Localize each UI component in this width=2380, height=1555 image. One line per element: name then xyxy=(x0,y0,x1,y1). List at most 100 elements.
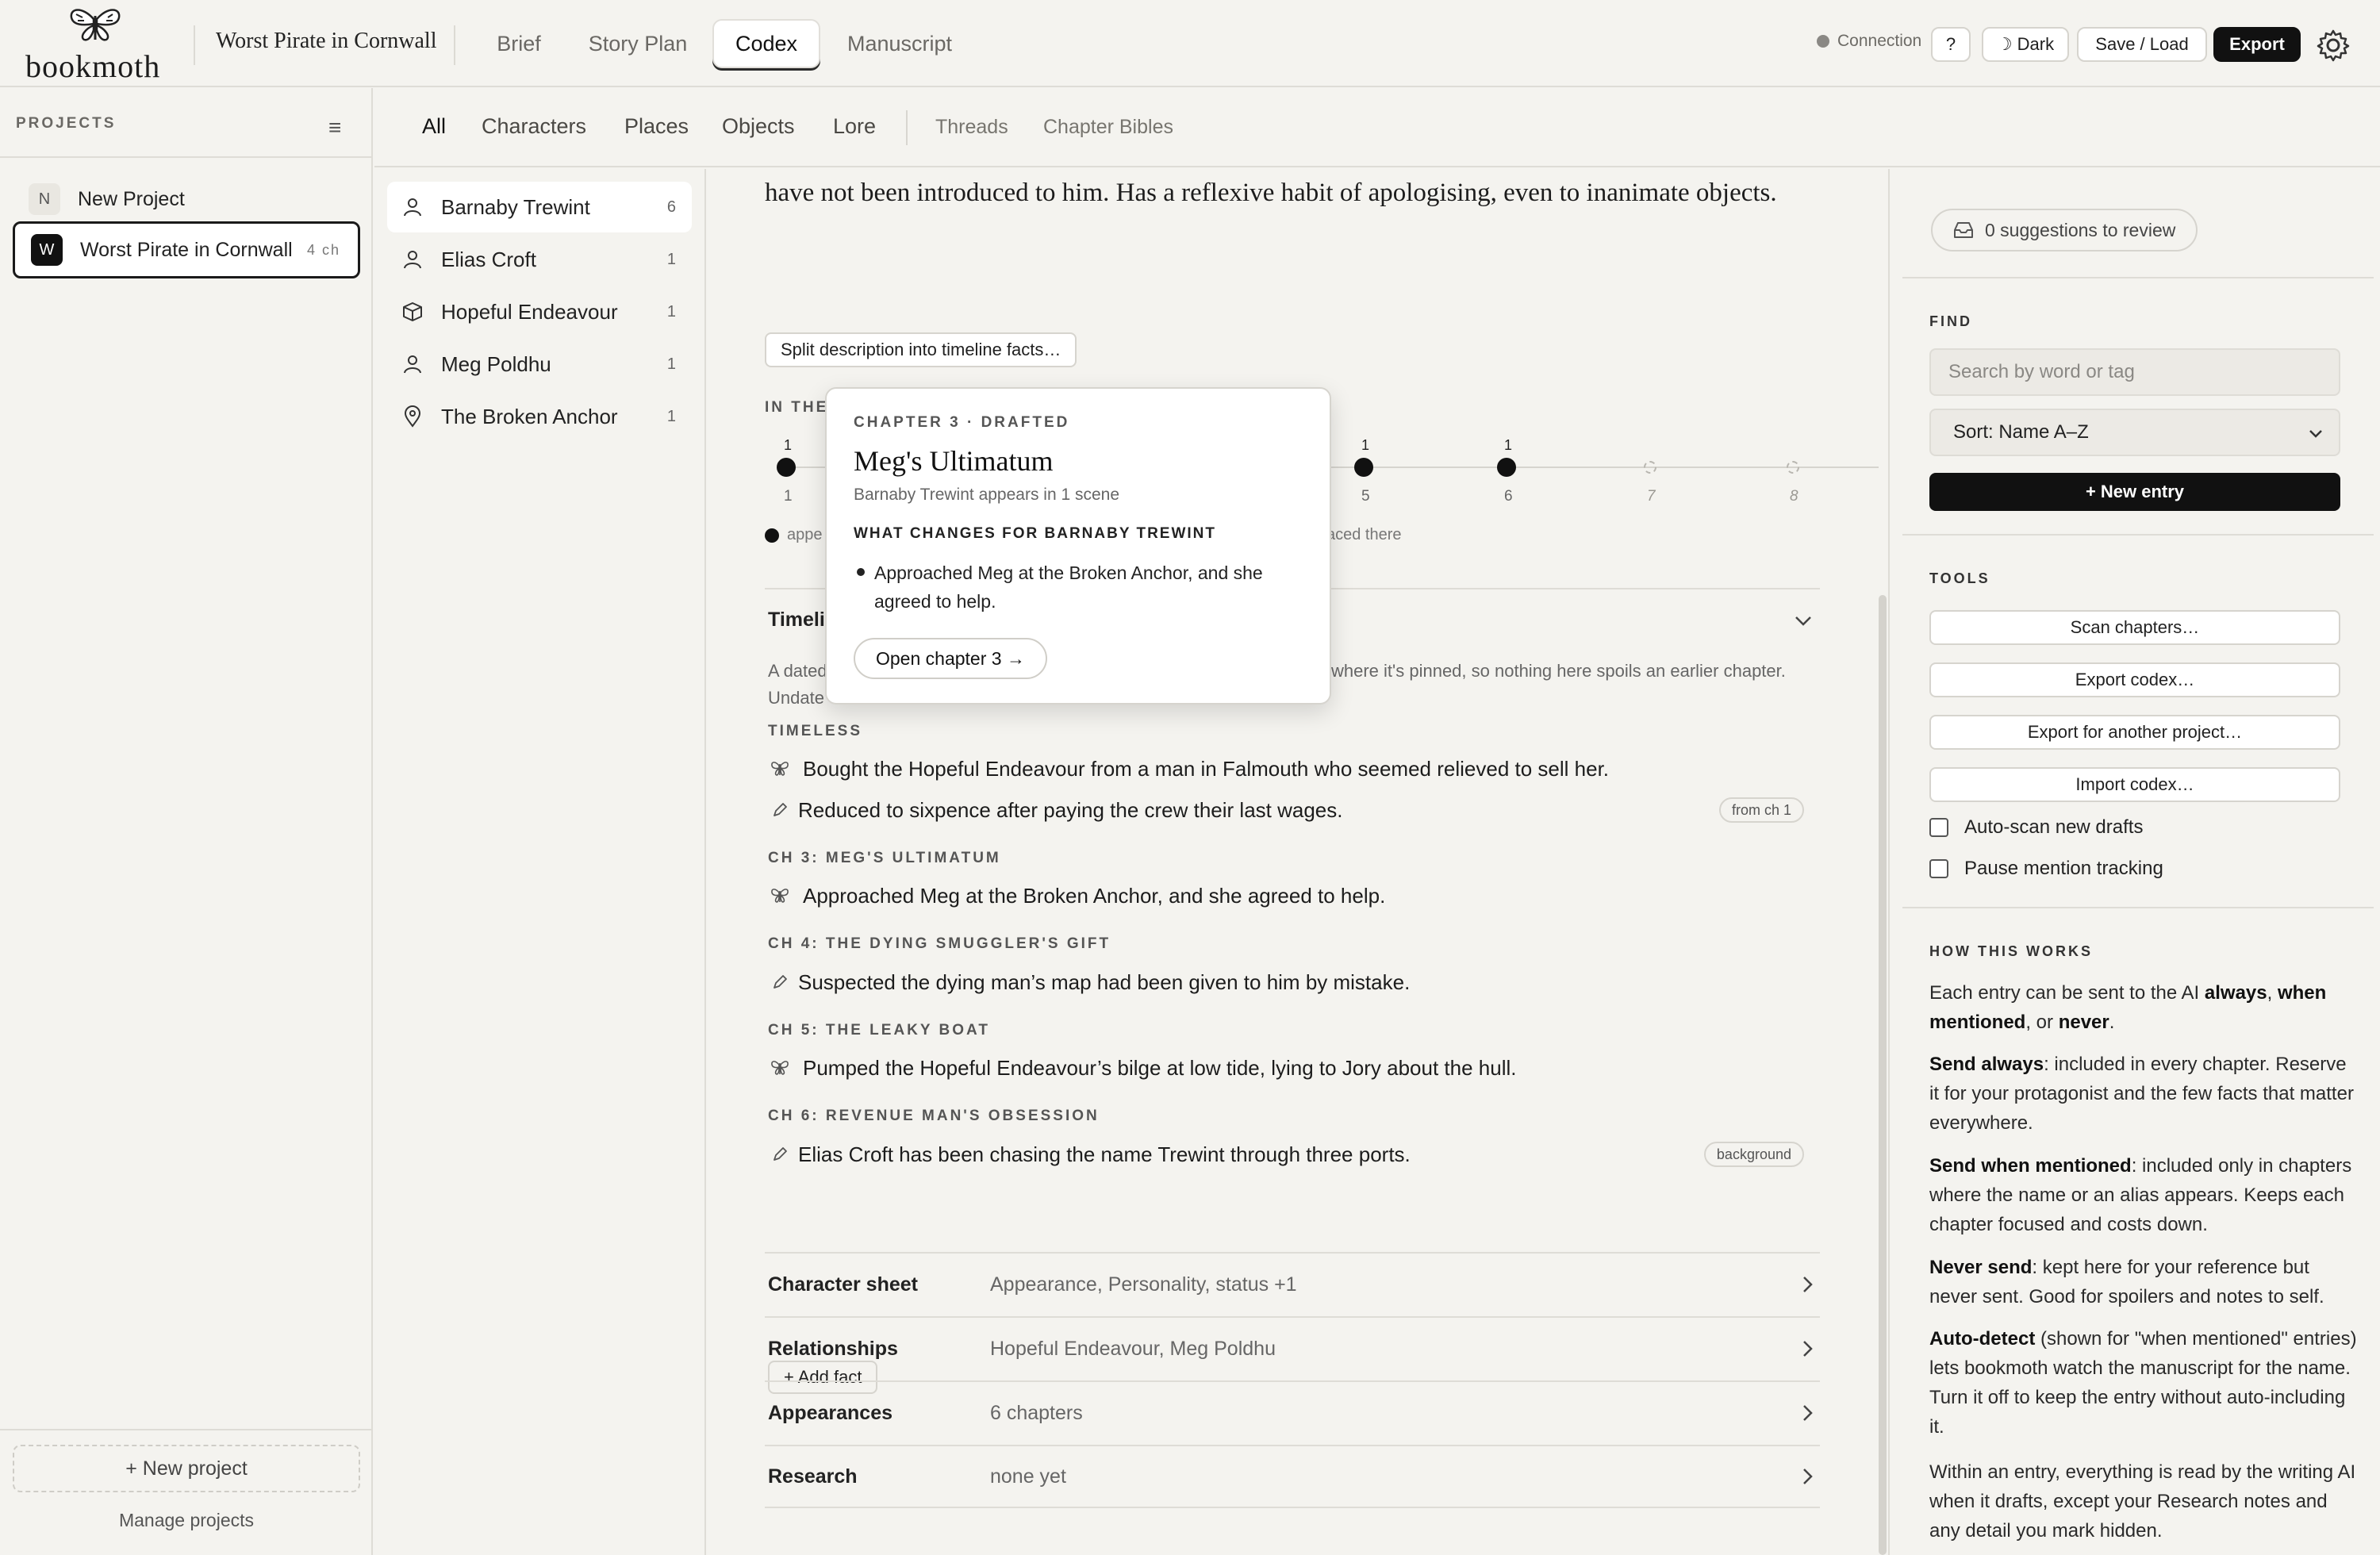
import-codex-button[interactable]: Import codex… xyxy=(1929,767,2340,802)
checkbox-label: Pause mention tracking xyxy=(1964,858,2163,879)
filter-lore[interactable]: Lore xyxy=(833,114,876,139)
projects-heading: PROJECTS xyxy=(16,115,117,132)
entry-hopeful-endeavour[interactable]: Hopeful Endeavour 1 xyxy=(387,286,692,337)
fact-text: Reduced to sixpence after paying the cre… xyxy=(798,797,1343,822)
entry-label: Meg Poldhu xyxy=(441,351,551,376)
project-badge: W xyxy=(31,234,63,266)
section-summary: none yet xyxy=(990,1465,1066,1488)
suggestions-label: 0 suggestions to review xyxy=(1985,219,2176,240)
filter-all[interactable]: All xyxy=(422,114,446,139)
chapter-1-dot[interactable] xyxy=(777,458,796,477)
suggestions-button[interactable]: 0 suggestions to review xyxy=(1931,209,2198,251)
project-title: Worst Pirate in Cornwall xyxy=(216,29,437,53)
tab-manuscript[interactable]: Manuscript xyxy=(836,19,963,68)
chapter-count: 4 ch xyxy=(306,241,340,258)
fact-item[interactable]: Reduced to sixpence after paying the cre… xyxy=(770,794,1817,826)
tab-codex[interactable]: Codex xyxy=(712,19,820,68)
fact-text: Suspected the dying man’s map had been g… xyxy=(798,969,1411,994)
chapter-8-dot[interactable] xyxy=(1787,461,1799,474)
timeline-intro-undated: Undate xyxy=(768,688,824,708)
entry-the-broken-anchor[interactable]: The Broken Anchor 1 xyxy=(387,391,692,442)
export-button[interactable]: Export xyxy=(2213,27,2301,62)
chapter-6-dot[interactable] xyxy=(1497,458,1516,477)
checkbox[interactable] xyxy=(1929,859,1948,878)
help-button[interactable]: ? xyxy=(1931,27,1971,62)
tab-brief[interactable]: Brief xyxy=(484,19,554,68)
fact-item[interactable]: Elias Croft has been chasing the name Tr… xyxy=(770,1138,1817,1170)
how-paragraph-never-send: Never send: kept here for your reference… xyxy=(1929,1257,2324,1307)
chapter-6-label: 6 xyxy=(1504,488,1513,505)
tools-heading: TOOLS xyxy=(1929,570,1990,586)
timeline-section-title[interactable]: Timeli xyxy=(768,609,825,632)
chapter-5-dot[interactable] xyxy=(1354,458,1373,477)
filter-characters[interactable]: Characters xyxy=(482,114,586,139)
app-logo-text[interactable]: bookmoth xyxy=(25,48,160,85)
manage-projects-link[interactable]: Manage projects xyxy=(0,1510,373,1531)
project-item-worst-pirate[interactable]: W Worst Pirate in Cornwall 4 ch xyxy=(13,221,360,278)
entry-elias-croft[interactable]: Elias Croft 1 xyxy=(387,234,692,285)
connection-status[interactable]: Connection xyxy=(1817,32,1921,51)
divider xyxy=(0,1429,371,1430)
moth-icon xyxy=(771,1061,789,1075)
fact-item[interactable]: Bought the Hopeful Endeavour from a man … xyxy=(770,753,1817,785)
chapter-7-dot[interactable] xyxy=(1644,461,1656,474)
fact-item[interactable]: Suspected the dying man’s map had been g… xyxy=(770,966,1817,998)
search-input[interactable]: Search by word or tag xyxy=(1929,348,2340,396)
entry-count: 1 xyxy=(666,302,676,321)
entry-meg-poldhu[interactable]: Meg Poldhu 1 xyxy=(387,339,692,390)
new-project-button[interactable]: + New project xyxy=(13,1445,360,1492)
inbox-icon xyxy=(1954,222,1973,238)
section-character-sheet[interactable]: Character sheet Appearance, Personality,… xyxy=(765,1252,1820,1315)
filter-threads[interactable]: Threads xyxy=(935,116,1008,139)
popover-subtitle: Barnaby Trewint appears in 1 scene xyxy=(854,486,1120,504)
popover-title: Meg's Ultimatum xyxy=(854,445,1054,477)
dark-mode-button[interactable]: ☽ Dark xyxy=(1982,27,2069,62)
auto-scan-checkbox[interactable]: Auto-scan new drafts xyxy=(1929,816,2143,839)
section-relationships[interactable]: Relationships Hopeful Endeavour, Meg Pol… xyxy=(765,1316,1820,1380)
pencil-icon xyxy=(774,803,787,816)
fact-item[interactable]: Approached Meg at the Broken Anchor, and… xyxy=(770,880,1817,912)
chevron-down-icon[interactable] xyxy=(1791,609,1815,632)
chapter-popover: CHAPTER 3 · DRAFTED Meg's Ultimatum Barn… xyxy=(825,387,1331,705)
top-bar: bookmoth Worst Pirate in Cornwall Brief … xyxy=(0,0,2380,87)
group-heading-ch3: CH 3: MEG'S ULTIMATUM xyxy=(768,850,1001,866)
scan-chapters-button[interactable]: Scan chapters… xyxy=(1929,610,2340,645)
entry-barnaby-trewint[interactable]: Barnaby Trewint 6 xyxy=(387,182,692,232)
divider xyxy=(454,25,455,65)
main-scrollbar[interactable] xyxy=(1879,595,1887,1555)
pause-tracking-checkbox[interactable]: Pause mention tracking xyxy=(1929,858,2163,880)
new-entry-button[interactable]: + New entry xyxy=(1929,473,2340,511)
entry-count: 1 xyxy=(666,355,676,373)
gear-icon[interactable] xyxy=(2315,27,2351,63)
chapter-8-label: 8 xyxy=(1790,488,1798,505)
project-item-new-project[interactable]: N New Project xyxy=(13,171,360,228)
export-other-project-button[interactable]: Export for another project… xyxy=(1929,715,2340,750)
pencil-icon xyxy=(774,1147,787,1161)
how-paragraph-1: Each entry can be sent to the AI always,… xyxy=(1929,982,2327,1033)
fact-text: Pumped the Hopeful Endeavour’s bilge at … xyxy=(803,1055,1517,1080)
group-heading-ch6: CH 6: REVENUE MAN'S OBSESSION xyxy=(768,1108,1100,1124)
moth-logo-icon xyxy=(70,9,121,41)
export-codex-button[interactable]: Export codex… xyxy=(1929,662,2340,697)
section-research[interactable]: Research none yet xyxy=(765,1445,1820,1508)
save-load-button[interactable]: Save / Load xyxy=(2077,27,2207,62)
open-chapter-button[interactable]: Open chapter 3 → xyxy=(854,638,1047,679)
chapter-6-count: 1 xyxy=(1504,437,1513,453)
fact-source-tag: background xyxy=(1703,1142,1804,1167)
project-badge: N xyxy=(29,183,60,215)
how-paragraph-send-when-mentioned: Send when mentioned: included only in ch… xyxy=(1929,1155,2352,1235)
filter-places[interactable]: Places xyxy=(624,114,689,139)
filter-chapter-bibles[interactable]: Chapter Bibles xyxy=(1043,116,1173,139)
section-appearances[interactable]: Appearances 6 chapters xyxy=(765,1380,1820,1444)
menu-icon[interactable]: ≡ xyxy=(328,115,341,140)
dark-mode-label: Dark xyxy=(2017,34,2055,54)
tab-story-plan[interactable]: Story Plan xyxy=(576,19,700,68)
split-description-button[interactable]: Split description into timeline facts… xyxy=(765,332,1077,367)
filter-objects[interactable]: Objects xyxy=(722,114,795,139)
entry-label: Elias Croft xyxy=(441,247,536,271)
sort-select[interactable]: Sort: Name A–Z xyxy=(1929,409,2340,456)
checkbox[interactable] xyxy=(1929,818,1948,837)
fact-item[interactable]: Pumped the Hopeful Endeavour’s bilge at … xyxy=(770,1052,1817,1084)
section-summary: Hopeful Endeavour, Meg Poldhu xyxy=(990,1337,1276,1360)
divider xyxy=(0,156,371,158)
